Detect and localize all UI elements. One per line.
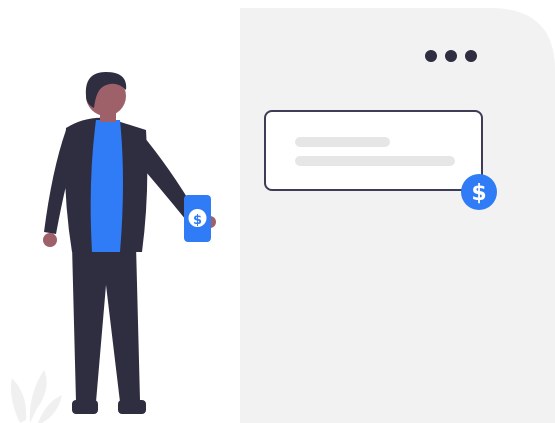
skeleton-line-short bbox=[295, 137, 390, 147]
transaction-card bbox=[264, 110, 483, 191]
right-shoe bbox=[118, 400, 146, 414]
leaf-icon bbox=[11, 370, 62, 423]
person-legs bbox=[72, 245, 140, 402]
left-shoe bbox=[72, 400, 98, 414]
person-shirt bbox=[90, 120, 123, 252]
person bbox=[43, 72, 216, 414]
payment-illustration: $ $ bbox=[11, 8, 555, 423]
dollar-icon: $ bbox=[193, 213, 202, 228]
dollar-icon: $ bbox=[471, 181, 486, 206]
dollar-badge: $ bbox=[461, 174, 497, 210]
phone: $ bbox=[184, 195, 211, 242]
person-left-hand bbox=[43, 233, 57, 247]
more-dots-icon[interactable] bbox=[425, 50, 477, 62]
skeleton-line-long bbox=[295, 156, 455, 166]
